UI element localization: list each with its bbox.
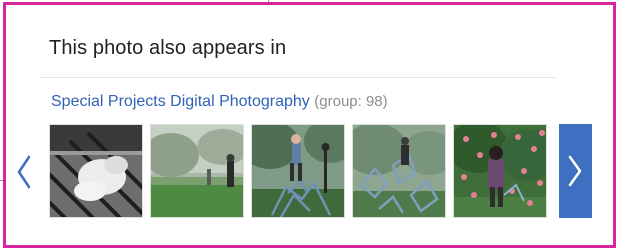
photo-thumbnail[interactable] — [453, 124, 547, 218]
thumbnail-image — [353, 125, 445, 217]
thumbnail-image — [454, 125, 546, 217]
photo-carousel — [17, 124, 593, 220]
photo-thumbnail[interactable] — [251, 124, 345, 218]
also-appears-in-panel: This photo also appears in Special Proje… — [17, 23, 592, 233]
title-divider — [41, 77, 556, 78]
group-row: Special Projects Digital Photography (gr… — [51, 93, 388, 111]
group-member-count: (group: 98) — [314, 93, 388, 110]
panel-title: This photo also appears in — [49, 37, 287, 59]
carousel-next-button[interactable] — [559, 124, 592, 218]
highlight-frame: This photo also appears in Special Proje… — [3, 2, 616, 248]
group-link[interactable]: Special Projects Digital Photography — [51, 93, 310, 110]
screenshot-stage: This photo also appears in Special Proje… — [0, 0, 620, 248]
chevron-left-icon — [17, 155, 31, 189]
thumbnail-image — [151, 125, 243, 217]
photo-thumbnail[interactable] — [352, 124, 446, 218]
carousel-prev-button[interactable] — [16, 154, 32, 190]
thumbnail-image — [50, 125, 142, 217]
chevron-right-icon — [568, 155, 582, 187]
thumbnail-image — [252, 125, 344, 217]
photo-thumbnail[interactable] — [49, 124, 143, 218]
photo-thumbnail[interactable] — [150, 124, 244, 218]
